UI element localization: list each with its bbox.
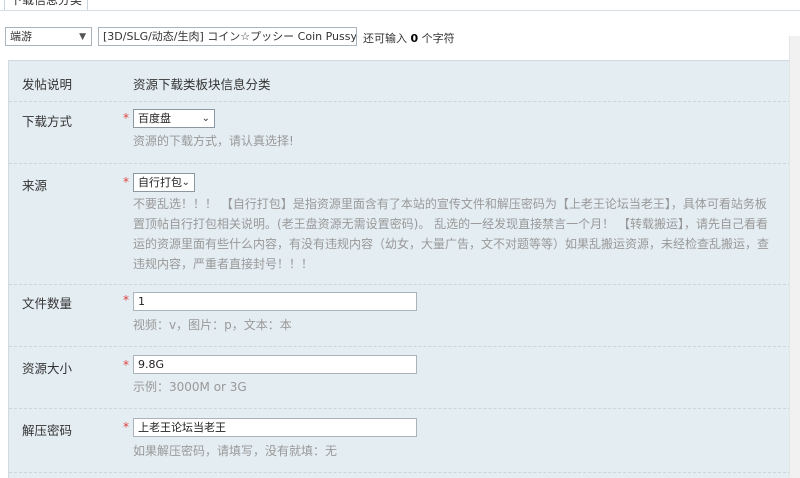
- file-count-hint: 视频：v，图片：p，文本：本: [133, 318, 292, 332]
- download-method-label: 下载方式: [22, 114, 73, 129]
- source-value: 自行打包: [138, 176, 182, 189]
- resource-size-label: 资源大小: [22, 361, 73, 376]
- form-header-label: 发帖说明: [22, 77, 73, 92]
- vertical-scrollbar[interactable]: [789, 36, 800, 478]
- form-header-value: 资源下载类板块信息分类: [133, 77, 271, 92]
- remain-suffix: 个字符: [421, 32, 455, 45]
- chevron-down-icon: ▼: [79, 32, 86, 42]
- download-method-row: 下载方式 * 百度盘 ⌄ 资源的下载方式，请认真选择!: [9, 101, 800, 164]
- required-mark: *: [123, 175, 129, 189]
- file-count-input[interactable]: 1: [133, 292, 417, 311]
- source-label: 来源: [22, 178, 48, 193]
- resource-size-hint: 示例：3000M or 3G: [133, 380, 247, 394]
- source-desc-line: 不要乱选！！！ 【自行打包】是指资源里面含有了本站的宣传文件和解压密码为【上老王…: [133, 197, 767, 211]
- download-method-select[interactable]: 百度盘 ⌄: [133, 109, 215, 128]
- chevron-down-icon: ⌄: [181, 177, 190, 188]
- source-description: 不要乱选！！！ 【自行打包】是指资源里面含有了本站的宣传文件和解压密码为【上老王…: [133, 194, 800, 274]
- resource-size-row: 资源大小 * 9.8G 示例：3000M or 3G: [9, 346, 800, 409]
- required-mark: *: [123, 420, 129, 434]
- required-mark: *: [123, 111, 129, 125]
- thread-title-input[interactable]: [3D/SLG/动态/生肉] コイン☆プッシー Coin Pussy v1.02: [98, 27, 357, 46]
- source-desc-line: 运的资源里面有些什么内容，有没有违规内容（幼女，大量广告，文不对题等等）如果乱搬…: [133, 237, 770, 251]
- password-input[interactable]: 上老王论坛当老王: [133, 418, 417, 437]
- password-row: 解压密码 * 上老王论坛当老王 如果解压密码，请填写，没有就填：无: [9, 408, 800, 473]
- title-row: 端游 ▼ [3D/SLG/动态/生肉] コイン☆プッシー Coin Pussy …: [0, 26, 800, 48]
- required-mark: *: [123, 293, 129, 307]
- info-form-panel: 发帖说明 资源下载类板块信息分类 下载方式 * 百度盘 ⌄ 资源的下载方式，请认…: [8, 60, 800, 478]
- password-hint: 如果解压密码，请填写，没有就填：无: [133, 444, 338, 458]
- thread-type-value: 端游: [10, 30, 32, 43]
- source-row: 来源 * 自行打包 ⌄ 不要乱选！！！ 【自行打包】是指资源里面含有了本站的宣传…: [9, 163, 800, 285]
- chevron-down-icon: ⌄: [201, 113, 210, 124]
- source-desc-line: 置顶帖自行打包相关说明。(老王盘资源无需设置密码)。 乱选的一经发现直接禁言一个…: [133, 217, 768, 231]
- file-count-label: 文件数量: [22, 296, 73, 311]
- form-header-row: 发帖说明 资源下载类板块信息分类: [9, 61, 800, 102]
- tab-download-info[interactable]: 下载信息分类: [4, 0, 88, 10]
- resource-size-input[interactable]: 9.8G: [133, 355, 417, 374]
- char-remaining: 还可输入 0 个字符: [363, 30, 455, 46]
- file-count-row: 文件数量 * 1 视频：v，图片：p，文本：本: [9, 284, 800, 347]
- thread-type-select[interactable]: 端游 ▼: [5, 27, 92, 46]
- download-method-hint: 资源的下载方式，请认真选择!: [133, 134, 294, 148]
- source-select[interactable]: 自行打包 ⌄: [133, 173, 195, 192]
- tab-strip: 下载信息分类: [0, 0, 800, 11]
- password-label: 解压密码: [22, 423, 73, 438]
- remain-count: 0: [410, 32, 419, 45]
- download-method-value: 百度盘: [138, 112, 171, 125]
- source-desc-line: 违规内容，严重者直接封号！！！: [133, 257, 314, 271]
- required-mark: *: [123, 358, 129, 372]
- remain-prefix: 还可输入: [363, 32, 407, 45]
